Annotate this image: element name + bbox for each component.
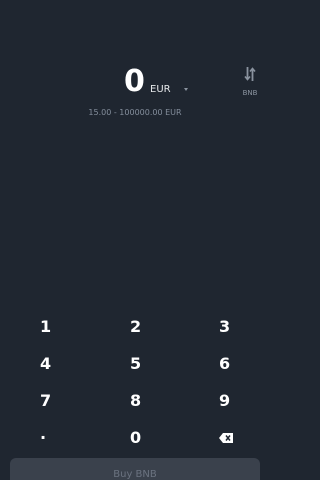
key-1[interactable]: 1 [0,308,90,345]
delete-key[interactable] [180,419,270,456]
key-8[interactable]: 8 [90,382,180,419]
amount-range-text: 15.00 - 100000.00 EUR [88,108,182,117]
amount-value: 0 [124,64,145,99]
amount-display: 0 EUR [0,64,270,104]
key-9[interactable]: 9 [180,382,270,419]
decimal-label: · [40,428,47,447]
key-4[interactable]: 4 [0,345,90,382]
buy-screen: 0 EUR BNB 15.00 - 100000.00 EUR 1 2 3 4 … [0,0,270,480]
swap-vertical-icon [244,67,256,81]
numeric-keypad: 1 2 3 4 5 6 7 8 9 · 0 [0,308,270,456]
key-6[interactable]: 6 [180,345,270,382]
swap-label: BNB [242,89,258,97]
buy-button[interactable]: Buy BNB [10,458,260,480]
swap-currency-button[interactable]: BNB [238,66,262,98]
chevron-down-icon [183,87,188,91]
currency-selector[interactable]: EUR [150,84,188,96]
key-5[interactable]: 5 [90,345,180,382]
key-2[interactable]: 2 [90,308,180,345]
key-7[interactable]: 7 [0,382,90,419]
key-0[interactable]: 0 [90,419,180,456]
currency-label: EUR [150,84,171,95]
key-3[interactable]: 3 [180,308,270,345]
backspace-icon [219,432,233,443]
key-decimal[interactable]: · [0,419,90,456]
